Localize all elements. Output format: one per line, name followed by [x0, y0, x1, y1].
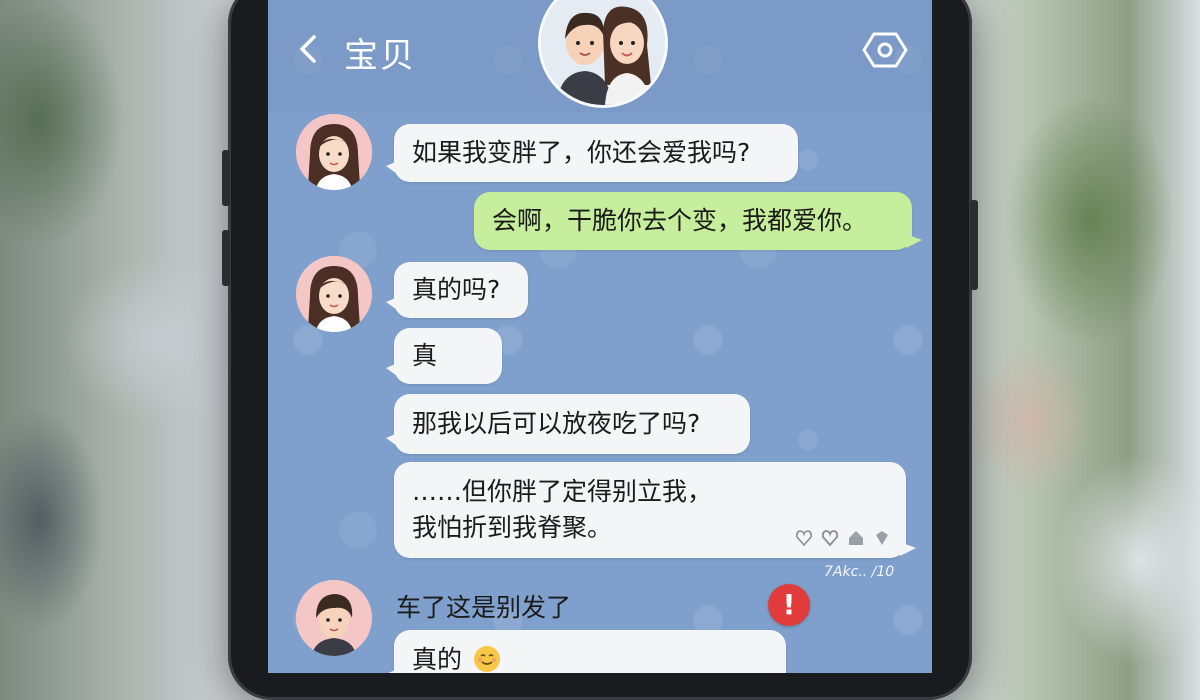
gem-icon[interactable]: [872, 528, 892, 548]
message-bubble[interactable]: 如果我变胖了，你还会爱我吗?: [386, 124, 798, 182]
girlfriend-avatar[interactable]: [296, 114, 372, 190]
reaction-bar: [794, 528, 892, 548]
chat-screen[interactable]: 宝贝 如果我变胖了，你还会爱我吗? 会啊，干脆你去个变，我都爱你。 真的吗? 真…: [268, 0, 932, 673]
alert-icon[interactable]: !: [768, 584, 810, 626]
message-text: 真的: [412, 645, 463, 673]
message-bubble-outgoing[interactable]: 会啊，干脆你去个变，我都爱你。: [474, 192, 922, 250]
chat-header: 宝贝: [268, 0, 932, 112]
message-bubble[interactable]: ……但你胖了定得别立我， 我怕折到我脊聚。: [394, 462, 916, 558]
boyfriend-avatar[interactable]: [296, 580, 372, 656]
message-timestamp: 7Akc.. /10: [824, 564, 895, 580]
background-right: [970, 0, 1200, 673]
volume-button: [222, 150, 230, 206]
message-text: 真的吗?: [412, 275, 501, 304]
message-text: 如果我变胖了，你还会爱我吗?: [412, 138, 751, 167]
heart-icon[interactable]: [820, 528, 840, 548]
chat-title: 宝贝: [344, 36, 416, 76]
background-left: [0, 0, 230, 673]
girlfriend-avatar[interactable]: [296, 256, 372, 332]
home-icon[interactable]: [846, 528, 866, 548]
camera-icon[interactable]: [862, 30, 908, 70]
back-icon[interactable]: [298, 34, 318, 64]
check-icon[interactable]: [794, 528, 814, 548]
volume-button: [222, 230, 230, 286]
couple-avatar[interactable]: [538, 0, 668, 108]
message-bubble[interactable]: 真的: [386, 630, 786, 673]
message-bubble[interactable]: 真的吗?: [386, 262, 528, 318]
message-text-line: ……但你胖了定得别立我，: [412, 477, 713, 506]
message-text: 会啊，干脆你去个变，我都爱你。: [492, 206, 868, 235]
power-button: [970, 200, 978, 290]
smile-emoji-icon: [473, 646, 500, 672]
message-bubble[interactable]: 那我以后可以放夜吃了吗?: [386, 394, 750, 454]
message-text: 那我以后可以放夜吃了吗?: [412, 409, 701, 438]
message-text: 车了这是别发了: [396, 593, 572, 622]
message-bubble[interactable]: 真的。: [386, 328, 502, 426]
